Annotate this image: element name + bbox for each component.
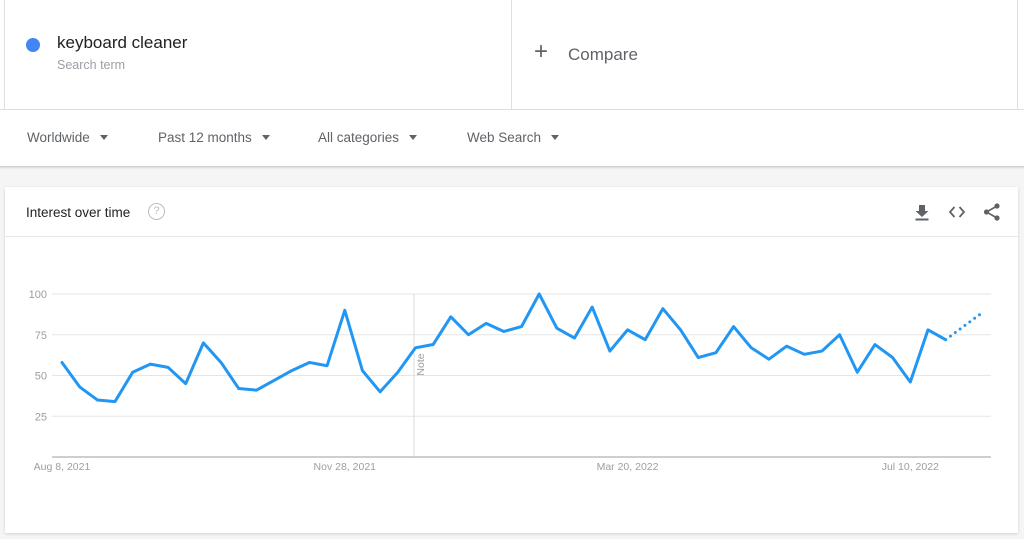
- data-point: [411, 344, 419, 352]
- data-point: [482, 319, 490, 327]
- data-point: [906, 378, 914, 386]
- data-point: [800, 350, 808, 358]
- data-point: [853, 368, 861, 376]
- search-term-name[interactable]: keyboard cleaner: [57, 33, 187, 53]
- filter-time-range[interactable]: Past 12 months: [158, 130, 270, 145]
- caret-down-icon: [99, 134, 108, 140]
- data-point: [129, 368, 137, 376]
- y-tick-label: 25: [35, 411, 47, 423]
- data-point: [942, 336, 950, 344]
- data-point: [58, 358, 66, 366]
- data-point: [235, 385, 243, 393]
- data-point: [871, 341, 879, 349]
- data-point: [341, 306, 349, 314]
- x-tick-label: Jul 10, 2022: [882, 461, 939, 473]
- caret-down-icon: [261, 134, 270, 140]
- data-point: [765, 355, 773, 363]
- data-point: [694, 354, 702, 362]
- data-point: [924, 326, 932, 334]
- data-point: [199, 339, 207, 347]
- data-point: [464, 331, 472, 339]
- data-point: [677, 326, 685, 334]
- filter-region[interactable]: Worldwide: [27, 130, 108, 145]
- data-point: [376, 388, 384, 396]
- data-point: [429, 341, 437, 349]
- series-line: [60, 292, 948, 404]
- data-point: [111, 398, 119, 406]
- data-point: [323, 362, 331, 370]
- data-point: [624, 326, 632, 334]
- note-marker-label: Note: [415, 353, 427, 375]
- compare-label: Compare: [568, 45, 638, 64]
- caret-down-icon: [551, 134, 560, 140]
- filter-category-label: All categories: [318, 130, 400, 145]
- filter-search-type-label: Web Search: [467, 130, 542, 145]
- search-header: keyboard cleaner Search term + Compare: [0, 0, 1024, 110]
- data-point: [76, 383, 84, 391]
- data-point: [93, 396, 101, 404]
- x-tick-label: Nov 28, 2021: [314, 461, 377, 473]
- y-tick-label: 50: [35, 371, 47, 383]
- data-point: [288, 367, 296, 375]
- search-term-card[interactable]: keyboard cleaner Search term: [4, 0, 512, 110]
- data-point: [588, 303, 596, 311]
- filter-bar: Worldwide Past 12 months All categories …: [0, 110, 1024, 167]
- interest-line-chart: 25 50 75 100 Aug 8, 2021 Nov 28, 2021 Mar 20,…: [29, 289, 991, 473]
- compare-button[interactable]: + Compare: [512, 0, 1018, 110]
- data-point: [518, 323, 526, 331]
- data-point: [783, 342, 791, 350]
- data-point: [358, 367, 366, 375]
- plus-icon: +: [534, 38, 549, 65]
- y-tick-label: 75: [35, 330, 47, 342]
- caret-down-icon: [409, 134, 418, 140]
- data-point: [447, 313, 455, 321]
- data-point: [730, 323, 738, 331]
- x-tick-label: Mar 20, 2022: [597, 461, 659, 473]
- data-point: [394, 368, 402, 376]
- interest-over-time-card: Interest over time ? 25 50 75 100 Aug 8, 20…: [5, 187, 1018, 533]
- data-point: [217, 358, 225, 366]
- data-point: [641, 336, 649, 344]
- data-point: [747, 344, 755, 352]
- filter-search-type[interactable]: Web Search: [467, 130, 560, 145]
- data-point: [712, 349, 720, 357]
- data-point: [818, 347, 826, 355]
- data-point: [606, 347, 614, 355]
- term-color-dot: [26, 38, 40, 52]
- data-point: [182, 380, 190, 388]
- data-point: [977, 310, 985, 318]
- filter-category[interactable]: All categories: [318, 130, 418, 145]
- data-point: [571, 334, 579, 342]
- data-point: [959, 323, 967, 331]
- data-point: [500, 327, 508, 335]
- data-point: [305, 358, 313, 366]
- data-point: [252, 386, 260, 394]
- data-point: [164, 363, 172, 371]
- x-tick-label: Aug 8, 2021: [34, 461, 91, 473]
- y-tick-label: 100: [29, 289, 47, 301]
- filter-region-label: Worldwide: [27, 130, 90, 145]
- data-point: [889, 354, 897, 362]
- data-point: [659, 305, 667, 313]
- filter-time-label: Past 12 months: [158, 130, 252, 145]
- data-point: [270, 376, 278, 384]
- data-point: [146, 360, 154, 368]
- search-term-subtitle: Search term: [57, 58, 126, 72]
- data-point: [836, 331, 844, 339]
- data-point: [535, 290, 543, 298]
- data-point: [553, 324, 561, 332]
